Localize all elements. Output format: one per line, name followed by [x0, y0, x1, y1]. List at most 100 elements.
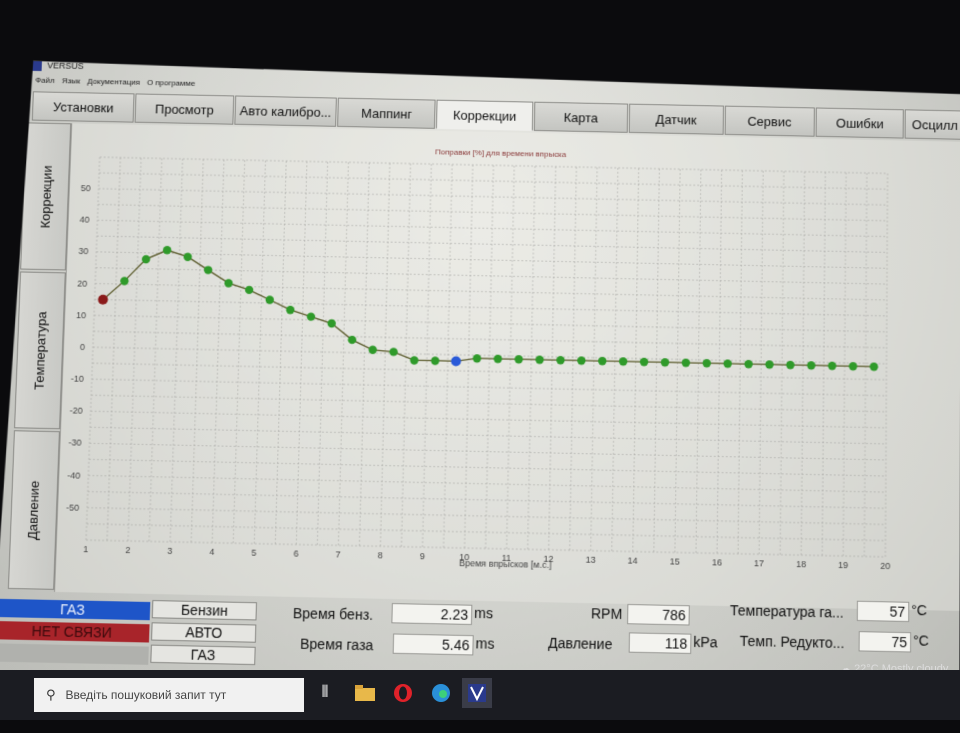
side-tab-temperature[interactable]: Температура — [14, 271, 66, 429]
x-tick-label: 14 — [628, 555, 638, 565]
data-point[interactable] — [431, 357, 440, 366]
grid-line-vertical — [317, 162, 327, 545]
x-axis-label: Время впрысков [м.с.] — [459, 558, 552, 570]
versus-app-icon[interactable] — [462, 678, 492, 708]
grid-line-vertical — [507, 166, 515, 549]
gas-temp-unit: °C — [911, 601, 928, 619]
grid-line-vertical — [654, 169, 660, 552]
reducer-temp-value: 75 — [859, 631, 912, 652]
grid-line-vertical — [465, 165, 473, 548]
grid-line-vertical — [864, 173, 867, 556]
grid-line-vertical — [717, 170, 722, 553]
grid-line-vertical — [633, 168, 639, 551]
side-tab-pressure[interactable]: Давление — [8, 430, 60, 590]
x-tick-label: 13 — [586, 555, 596, 565]
gas-mode-button[interactable]: ГАЗ — [150, 645, 255, 665]
tab-settings[interactable]: Установки — [32, 91, 135, 122]
connection-status: НЕТ СВЯЗИ — [0, 621, 150, 643]
y-tick-label: -30 — [68, 438, 81, 448]
reducer-temp-unit: °C — [913, 632, 929, 649]
side-tab-corrections-label: Коррекции — [37, 164, 55, 228]
tab-mapping[interactable]: Маппинг — [337, 98, 436, 129]
side-tab-corrections[interactable]: Коррекции — [20, 122, 71, 270]
grid-line-vertical — [275, 161, 286, 544]
pressure-value: 118 — [629, 632, 692, 654]
correction-chart[interactable]: Поправки [%] для времени впрыска 5040302… — [54, 123, 960, 611]
menu-about[interactable]: О программе — [147, 78, 196, 88]
file-explorer-icon[interactable] — [350, 678, 380, 708]
edge-icon[interactable] — [426, 678, 456, 708]
grid-line-vertical — [422, 164, 431, 547]
grid-line-vertical — [549, 167, 556, 550]
tab-sensor[interactable]: Датчик — [629, 104, 724, 135]
grid-line-vertical — [149, 158, 162, 541]
x-tick-label: 19 — [838, 560, 848, 570]
grid-line-vertical — [612, 168, 618, 551]
grid-line-vertical — [570, 167, 577, 550]
x-tick-label: 7 — [335, 549, 340, 559]
x-tick-label: 1 — [83, 544, 88, 554]
grid-line-vertical — [822, 172, 825, 555]
grid-line-vertical — [738, 170, 742, 553]
tab-map[interactable]: Карта — [534, 102, 629, 133]
data-point-selected[interactable] — [451, 356, 461, 366]
x-tick-label: 15 — [670, 556, 680, 566]
grid-line-vertical — [107, 158, 120, 541]
tab-auto-calibration[interactable]: Авто калибро... — [234, 95, 337, 126]
x-tick-label: 20 — [880, 561, 890, 571]
tab-errors[interactable]: Ошибки — [816, 107, 905, 138]
grid-line-vertical — [212, 160, 224, 543]
data-point[interactable] — [286, 306, 295, 314]
taskbar-search[interactable]: ⚲ Введіть пошуковий запит тут — [34, 678, 304, 712]
x-tick-label: 18 — [796, 559, 806, 569]
grid-line-vertical — [191, 159, 203, 542]
data-point[interactable] — [870, 362, 878, 371]
y-tick-label: 10 — [76, 310, 86, 320]
x-tick-label: 5 — [251, 548, 256, 558]
start-icon[interactable] — [0, 678, 24, 712]
data-point[interactable] — [786, 361, 794, 370]
rpm-label: RPM — [590, 605, 623, 623]
search-icon: ⚲ — [46, 687, 56, 702]
x-tick-label: 3 — [167, 546, 172, 556]
task-view-icon[interactable]: ⫴ — [310, 678, 340, 708]
tab-corrections[interactable]: Коррекции — [436, 100, 533, 131]
petrol-mode-button[interactable]: Бензин — [152, 600, 257, 620]
menu-language[interactable]: Язык — [62, 76, 81, 85]
grid-line-vertical — [801, 172, 804, 555]
x-tick-label: 4 — [209, 547, 214, 557]
grid-line-vertical — [296, 161, 307, 544]
tab-view[interactable]: Просмотр — [135, 93, 234, 124]
grid-line-vertical — [128, 158, 141, 541]
menu-documentation[interactable]: Документация — [87, 77, 140, 87]
taskbar: ⚲ Введіть пошуковий запит тут ⫴ — [0, 670, 960, 720]
data-point[interactable] — [410, 356, 419, 365]
gas-temp-value: 57 — [857, 601, 909, 622]
tab-oscilloscope[interactable]: Осцилл — [905, 109, 960, 140]
fuel-status-gas: ГАЗ — [0, 599, 150, 620]
series-line — [101, 249, 874, 370]
opera-icon[interactable] — [388, 678, 418, 708]
x-tick-label: 2 — [125, 545, 130, 555]
x-tick-label: 6 — [293, 548, 298, 558]
tab-service[interactable]: Сервис — [724, 106, 815, 137]
menu-bar: Файл Язык Документация О программе — [35, 76, 200, 88]
data-point[interactable] — [204, 266, 213, 274]
grid-line-vertical — [233, 160, 245, 543]
chart-title: Поправки [%] для времени впрыска — [435, 147, 567, 159]
status-blank — [0, 643, 149, 665]
status-panel: ГАЗ НЕТ СВЯЗИ Бензин АВТО ГАЗ Время бенз… — [0, 591, 960, 682]
data-point[interactable] — [807, 361, 815, 370]
gas-time-value: 5.46 — [393, 633, 474, 655]
grid-line-vertical — [528, 166, 535, 549]
grid-line-vertical — [380, 163, 389, 546]
grid-line-vertical — [359, 163, 369, 546]
y-tick-label: -20 — [70, 406, 83, 416]
data-point[interactable] — [389, 348, 398, 357]
monitor-screen: VERSUS Файл Язык Документация О программ… — [0, 0, 960, 733]
grid-line-vertical — [885, 173, 887, 556]
y-tick-label: 20 — [77, 278, 87, 288]
auto-mode-button[interactable]: АВТО — [151, 622, 256, 642]
y-tick-label: 50 — [81, 183, 91, 193]
menu-file[interactable]: Файл — [35, 76, 55, 85]
